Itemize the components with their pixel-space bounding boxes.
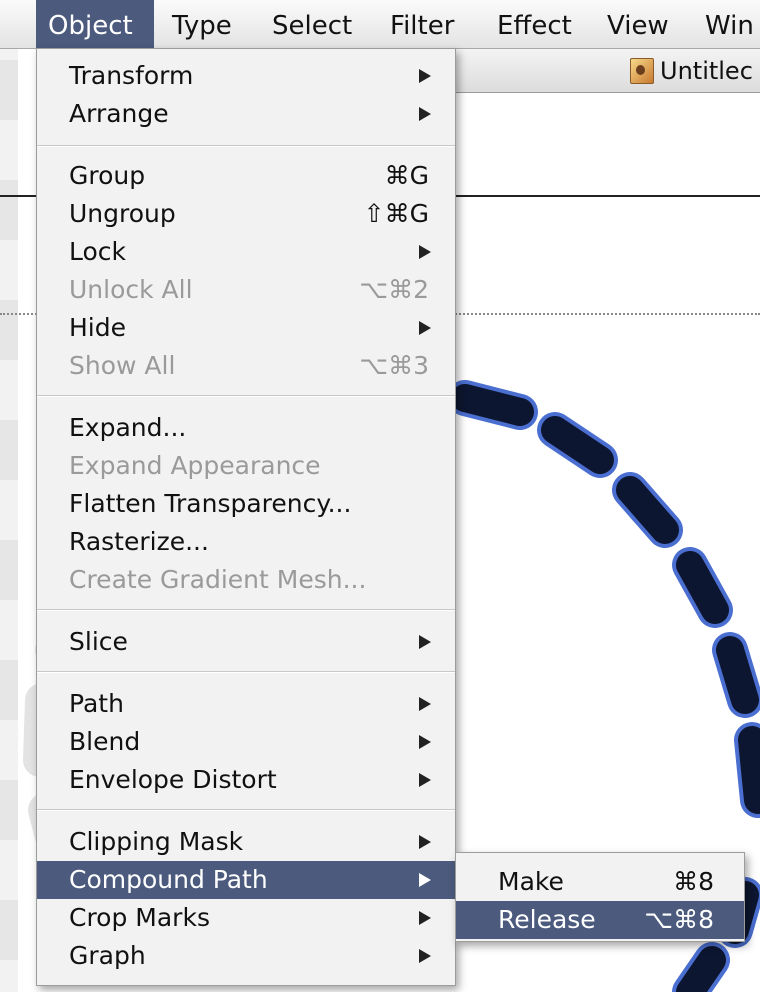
submenu-arrow-icon (419, 949, 431, 963)
menu-separator (37, 609, 455, 611)
menu-item-lock[interactable]: Lock (37, 233, 455, 271)
submenu-arrow-icon (419, 773, 431, 787)
menu-item-group[interactable]: Group ⌘G (37, 157, 455, 195)
menu-item-label: Arrange (69, 99, 169, 128)
menu-item-label: Clipping Mask (69, 827, 244, 856)
menu-item-shortcut: ⌘G (384, 161, 429, 190)
menu-item-path[interactable]: Path (37, 685, 455, 723)
menu-effect[interactable]: Effect (497, 0, 572, 48)
menu-item-clipping-mask[interactable]: Clipping Mask (37, 823, 455, 861)
menu-item-flatten-transparency[interactable]: Flatten Transparency... (37, 485, 455, 523)
menu-object[interactable]: Object (36, 0, 154, 48)
menu-select[interactable]: Select (272, 0, 352, 48)
submenu-arrow-icon (419, 245, 431, 259)
menu-item-slice[interactable]: Slice (37, 623, 455, 661)
submenu-arrow-icon (419, 873, 431, 887)
menu-item-crop-marks[interactable]: Crop Marks (37, 899, 455, 937)
menu-item-label: Group (69, 161, 146, 190)
menu-item-label: Rasterize... (69, 527, 209, 556)
menu-item-transform[interactable]: Transform (37, 57, 455, 95)
menu-item-unlock-all: Unlock All ⌥⌘2 (37, 271, 455, 309)
compound-path-submenu: Make ⌘8 Release ⌥⌘8 (455, 852, 745, 942)
menu-item-envelope-distort[interactable]: Envelope Distort (37, 761, 455, 799)
menu-item-show-all: Show All ⌥⌘3 (37, 347, 455, 385)
submenu-item-label: Make (498, 867, 564, 896)
menu-item-create-gradient-mesh: Create Gradient Mesh... (37, 561, 455, 599)
submenu-item-make[interactable]: Make ⌘8 (456, 863, 744, 901)
menu-item-shortcut: ⌥⌘3 (359, 351, 429, 380)
menu-item-label: Hide (69, 313, 126, 342)
menu-separator (37, 809, 455, 811)
menu-item-expand-appearance: Expand Appearance (37, 447, 455, 485)
menu-item-label: Slice (69, 627, 128, 656)
menu-item-label: Transform (69, 61, 194, 90)
menu-bar: Object Type Select Filter Effect View Wi… (0, 0, 760, 49)
submenu-arrow-icon (419, 69, 431, 83)
menu-separator (37, 395, 455, 397)
submenu-arrow-icon (419, 911, 431, 925)
menu-item-shortcut: ⌥⌘2 (359, 275, 429, 304)
menu-window[interactable]: Win (705, 0, 754, 48)
menu-item-label: Ungroup (69, 199, 176, 228)
menu-item-hide[interactable]: Hide (37, 309, 455, 347)
submenu-item-shortcut: ⌘8 (673, 867, 714, 896)
menu-item-label: Graph (69, 941, 146, 970)
submenu-arrow-icon (419, 835, 431, 849)
menu-item-label: Flatten Transparency... (69, 489, 352, 518)
menu-item-graph[interactable]: Graph (37, 937, 455, 975)
submenu-arrow-icon (419, 735, 431, 749)
submenu-arrow-icon (419, 697, 431, 711)
menu-item-label: Lock (69, 237, 127, 266)
menu-item-label: Crop Marks (69, 903, 210, 932)
submenu-item-shortcut: ⌥⌘8 (644, 905, 714, 934)
menu-item-ungroup[interactable]: Ungroup ⇧⌘G (37, 195, 455, 233)
menu-item-label: Compound Path (69, 865, 268, 894)
menu-separator (37, 145, 455, 147)
menu-item-shortcut: ⇧⌘G (363, 199, 429, 228)
object-menu: Transform Arrange Group ⌘G Ungroup ⇧⌘G L… (36, 48, 456, 986)
menu-item-compound-path[interactable]: Compound Path (37, 861, 455, 899)
submenu-arrow-icon (419, 107, 431, 121)
menu-item-blend[interactable]: Blend (37, 723, 455, 761)
menu-type[interactable]: Type (172, 0, 232, 48)
menu-item-label: Blend (69, 727, 141, 756)
menu-item-label: Expand Appearance (69, 451, 321, 480)
submenu-item-release[interactable]: Release ⌥⌘8 (456, 901, 744, 939)
submenu-arrow-icon (419, 635, 431, 649)
menu-item-label: Create Gradient Mesh... (69, 565, 367, 594)
menu-item-label: Show All (69, 351, 176, 380)
menu-item-rasterize[interactable]: Rasterize... (37, 523, 455, 561)
menu-item-arrange[interactable]: Arrange (37, 95, 455, 133)
menu-separator (37, 671, 455, 673)
submenu-item-label: Release (498, 905, 596, 934)
menu-item-label: Path (69, 689, 124, 718)
submenu-arrow-icon (419, 321, 431, 335)
menu-item-label: Expand... (69, 413, 187, 442)
menu-item-expand[interactable]: Expand... (37, 409, 455, 447)
menu-filter[interactable]: Filter (390, 0, 454, 48)
menu-view[interactable]: View (607, 0, 669, 48)
menu-item-label: Envelope Distort (69, 765, 277, 794)
menu-item-label: Unlock All (69, 275, 193, 304)
